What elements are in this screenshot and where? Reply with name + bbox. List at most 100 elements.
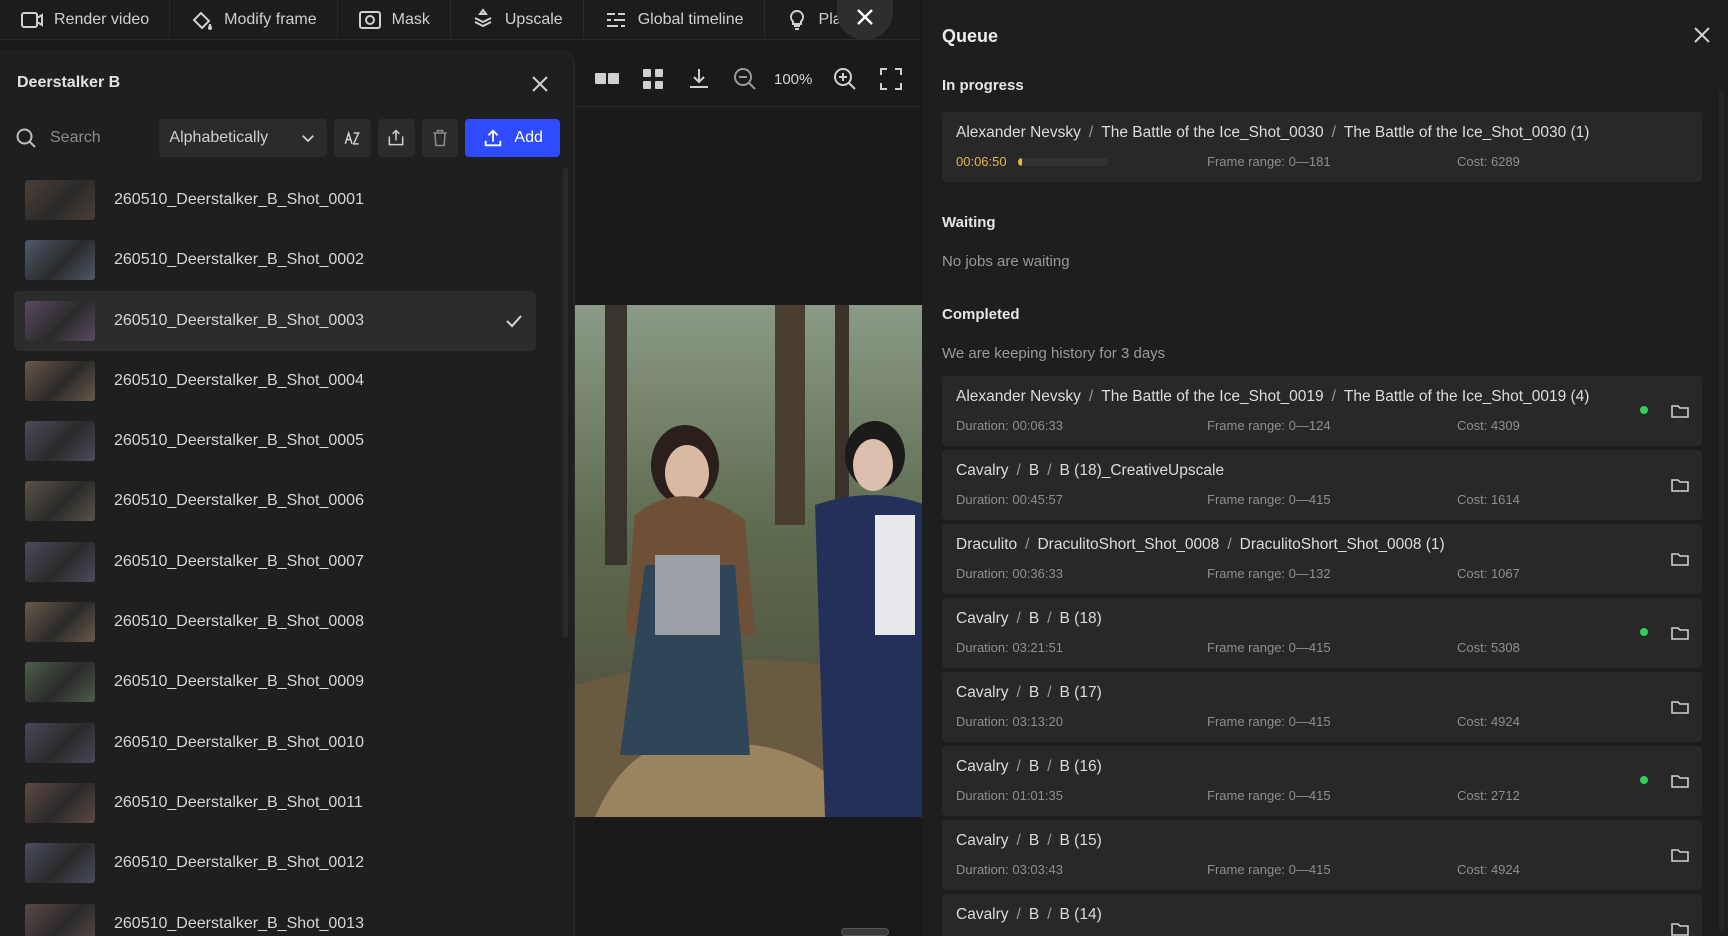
mask-icon	[358, 10, 381, 29]
folder-icon[interactable]	[1670, 697, 1690, 717]
add-button[interactable]: Add	[465, 119, 560, 157]
job-path: Alexander Nevsky / The Battle of the Ice_S…	[956, 388, 1590, 405]
job-version: DraculitoShort_Shot_0008 (1)	[1239, 536, 1445, 553]
duration: Duration: 03:21:51	[956, 640, 1063, 655]
completed-job[interactable]: Cavalry / B / B (18)_CreativeUpscale Duration…	[942, 450, 1702, 520]
completed-heading: Completed	[942, 306, 1020, 323]
shot-list-scrollbar[interactable]	[563, 168, 568, 638]
close-queue-icon[interactable]	[1690, 23, 1714, 47]
folder-icon[interactable]	[1670, 771, 1690, 791]
shot-name: 260510_Deerstalker_B_Shot_0007	[114, 552, 364, 570]
shot-thumbnail	[25, 180, 95, 220]
paint-bucket-icon	[192, 11, 213, 30]
shot-item[interactable]: 260510_Deerstalker_B_Shot_0006	[14, 471, 536, 531]
job-project: Cavalry	[956, 832, 1009, 849]
close-panel-icon[interactable]	[528, 72, 552, 96]
export-button[interactable]	[377, 119, 415, 157]
status-dot	[1640, 776, 1648, 784]
shot-item[interactable]: 260510_Deerstalker_B_Shot_0003	[14, 290, 536, 351]
checkmark-icon	[506, 314, 522, 328]
sort-value: Alphabetically	[169, 129, 269, 146]
shot-thumbnail	[25, 481, 95, 522]
frame-range: Frame range: 0—181	[1207, 154, 1331, 169]
shot-item[interactable]: 260510_Deerstalker_B_Shot_0013	[14, 894, 536, 936]
folder-icon[interactable]	[1670, 549, 1690, 569]
shot-item[interactable]: 260510_Deerstalker_B_Shot_0011	[14, 773, 536, 833]
duration: Duration: 03:13:20	[956, 714, 1063, 729]
shot-name: 260510_Deerstalker_B_Shot_0005	[114, 432, 364, 450]
job-project: Cavalry	[956, 906, 1009, 923]
cost: Cost: 5308	[1457, 640, 1520, 655]
timeline-handle[interactable]	[841, 928, 889, 936]
sort-order-button[interactable]	[333, 119, 371, 157]
job-version: The Battle of the Ice_Shot_0019 (4)	[1343, 388, 1590, 405]
job-path: Cavalry / B / B (14)	[956, 906, 1102, 923]
completed-job[interactable]: Cavalry / B / B (16) Duration: 01:01:35 Frame …	[942, 746, 1702, 816]
upscale-button[interactable]: Upscale	[451, 0, 584, 40]
duration: Duration: 00:06:33	[956, 418, 1063, 433]
folder-icon[interactable]	[1670, 919, 1690, 936]
delete-button[interactable]	[421, 119, 459, 157]
in-progress-job[interactable]: Alexander Nevsky / The Battle of the Ice_S…	[942, 112, 1702, 182]
mask-button[interactable]: Mask	[338, 0, 451, 40]
completed-job[interactable]: Cavalry / B / B (15) Duration: 03:03:43 Frame …	[942, 820, 1702, 890]
job-version: B (16)	[1059, 758, 1102, 775]
job-shot: B	[1028, 906, 1040, 923]
folder-icon[interactable]	[1670, 401, 1690, 421]
modify-frame-button[interactable]: Modify frame	[170, 0, 338, 40]
folder-icon[interactable]	[1670, 623, 1690, 643]
shot-item[interactable]: 260510_Deerstalker_B_Shot_0002	[14, 230, 536, 290]
job-path: Cavalry / B / B (15)	[956, 832, 1102, 849]
global-timeline-button[interactable]: Global timeline	[584, 0, 765, 40]
job-project: Cavalry	[956, 758, 1009, 775]
job-shot: B	[1028, 610, 1040, 627]
waiting-note: No jobs are waiting	[942, 253, 1070, 270]
queue-panel: Queue In progress Alexander Nevsky / The B…	[922, 0, 1728, 936]
shot-thumbnail	[25, 903, 95, 936]
shot-item[interactable]: 260510_Deerstalker_B_Shot_0005	[14, 411, 536, 471]
completed-job[interactable]: Cavalry / B / B (17) Duration: 03:13:20 Frame …	[942, 672, 1702, 742]
completed-job[interactable]: Draculito / DraculitoShort_Shot_0008/Dracu…	[942, 524, 1702, 594]
chevron-down-icon	[301, 135, 314, 143]
job-shot: B	[1028, 758, 1040, 775]
shot-item[interactable]: 260510_Deerstalker_B_Shot_0010	[14, 713, 536, 773]
frame-range: Frame range: 0—124	[1207, 418, 1331, 433]
job-project: Alexander Nevsky	[956, 388, 1081, 405]
zoom-out-icon[interactable]	[732, 66, 758, 92]
frame-range: Frame range: 0—415	[1207, 862, 1331, 877]
render-video-button[interactable]: Render video	[0, 0, 171, 40]
completed-job[interactable]: Cavalry / B / B (18) Duration: 03:21:51 Frame …	[942, 598, 1702, 668]
download-icon[interactable]	[686, 66, 712, 92]
shot-thumbnail	[25, 843, 95, 884]
frame-range: Frame range: 0—415	[1207, 788, 1331, 803]
queue-scrollbar[interactable]	[1719, 90, 1724, 930]
waiting-heading: Waiting	[942, 214, 996, 231]
shot-item[interactable]: 260510_Deerstalker_B_Shot_0012	[14, 833, 536, 893]
completed-job[interactable]: Alexander Nevsky / The Battle of the Ice_S…	[942, 376, 1702, 446]
folder-icon[interactable]	[1670, 475, 1690, 495]
shot-item[interactable]: 260510_Deerstalker_B_Shot_0007	[14, 532, 536, 592]
shot-item[interactable]: 260510_Deerstalker_B_Shot_0004	[14, 351, 536, 411]
frame-range: Frame range: 0—415	[1207, 492, 1331, 507]
zoom-in-icon[interactable]	[832, 66, 858, 92]
compare-view-icon[interactable]	[594, 66, 620, 92]
cost: Cost: 4924	[1457, 714, 1520, 729]
job-version: The Battle of the Ice_Shot_0030 (1)	[1343, 124, 1590, 141]
sort-dropdown[interactable]: Alphabetically	[159, 119, 327, 157]
grid-view-icon[interactable]	[640, 66, 666, 92]
shot-item[interactable]: 260510_Deerstalker_B_Shot_0001	[14, 170, 536, 230]
completed-job[interactable]: Cavalry / B / B (14)	[942, 894, 1702, 936]
preview-image	[575, 305, 925, 817]
folder-icon[interactable]	[1670, 845, 1690, 865]
modify-frame-label: Modify frame	[224, 10, 317, 28]
fullscreen-icon[interactable]	[878, 66, 904, 92]
panel-title: Deerstalker B	[17, 74, 121, 91]
shot-item[interactable]: 260510_Deerstalker_B_Shot_0008	[14, 592, 536, 652]
shot-item[interactable]: 260510_Deerstalker_B_Shot_0009	[14, 652, 536, 712]
job-shot: The Battle of the Ice_Shot_0030	[1101, 124, 1324, 141]
render-video-label: Render video	[54, 10, 150, 28]
search-input[interactable]	[50, 129, 150, 147]
global-timeline-label: Global timeline	[637, 10, 744, 28]
job-version: B (18)	[1059, 610, 1102, 627]
completed-note: We are keeping history for 3 days	[942, 345, 1166, 362]
